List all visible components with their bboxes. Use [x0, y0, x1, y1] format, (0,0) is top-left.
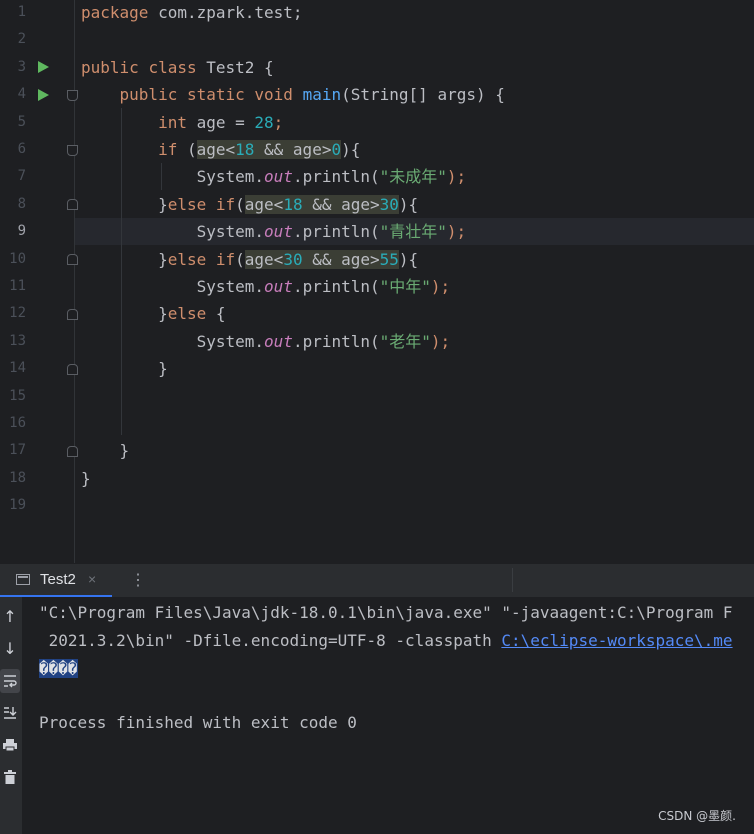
selected-output-text[interactable]: ���� [39, 659, 78, 678]
code-line-9: System.out.println("青壮年"); [196, 222, 467, 242]
line-number: 13 [9, 332, 26, 349]
line-number: 1 [17, 4, 26, 20]
line-number: 8 [17, 195, 26, 212]
line-number: 15 [9, 387, 26, 404]
arrow-down-icon[interactable]: ↓ [0, 637, 20, 661]
code-line-7: System.out.println("未成年"); [196, 167, 467, 187]
line-number: 2 [17, 31, 26, 48]
code-editor[interactable]: 1 2 3 4 5 6 7 8 9 10 11 12 13 14 15 16 1… [0, 0, 754, 563]
run-main-icon[interactable] [38, 89, 49, 101]
code-area[interactable]: package com.zpark.test; public class Tes… [75, 0, 754, 563]
line-number: 5 [17, 113, 26, 130]
classpath-link[interactable]: C:\eclipse-workspace\.me [501, 631, 732, 650]
line-number: 19 [9, 497, 26, 514]
soft-wrap-icon[interactable] [0, 669, 20, 693]
code-line-4: public static void main(String[] args) { [119, 85, 505, 105]
tab-label: Test2 [40, 571, 76, 588]
code-line-13: System.out.println("老年"); [196, 331, 451, 351]
code-line-8: }else if(age<18 && age>30){ [158, 194, 419, 214]
line-number: 16 [9, 415, 26, 431]
close-icon[interactable]: × [88, 571, 96, 587]
line-number: 10 [9, 250, 26, 267]
run-class-icon[interactable] [38, 61, 49, 73]
console-command-line: "C:\Program Files\Java\jdk-18.0.1\bin\ja… [39, 603, 733, 622]
tab-test2[interactable]: Test2 × [0, 564, 112, 598]
code-line-18: } [81, 468, 91, 488]
line-number-current: 9 [17, 223, 26, 240]
code-line-3: public class Test2 { [81, 57, 274, 77]
console-icon [16, 574, 30, 585]
run-tool-window-header: Test2 × ⋮ [0, 563, 754, 598]
print-icon[interactable] [0, 733, 20, 757]
line-number: 17 [9, 442, 26, 459]
line-number: 7 [17, 168, 26, 185]
code-line-17: } [119, 441, 130, 461]
console-output-line: ���� [39, 659, 78, 678]
trash-icon[interactable] [0, 765, 20, 789]
arrow-up-icon[interactable]: ↑ [0, 605, 20, 629]
editor-gutter: 1 2 3 4 5 6 7 8 9 10 11 12 13 14 15 16 1… [0, 0, 78, 563]
scroll-to-end-icon[interactable] [0, 701, 20, 725]
code-line-11: System.out.println("中年"); [196, 277, 451, 296]
code-line-14: } [158, 359, 168, 379]
divider [512, 568, 513, 592]
code-line-5: int age = 28; [158, 112, 284, 132]
code-line-6: if (age<18 && age>0){ [158, 140, 361, 159]
line-number: 18 [9, 469, 26, 486]
code-line-10: }else if(age<30 && age>55){ [158, 249, 419, 269]
line-number: 4 [17, 86, 26, 103]
exit-message: Process finished with exit code 0 [39, 713, 357, 732]
console-toolbar: ↑ ↓ [0, 597, 23, 834]
more-options-icon[interactable]: ⋮ [130, 570, 146, 590]
console-output[interactable]: "C:\Program Files\Java\jdk-18.0.1\bin\ja… [23, 597, 754, 834]
line-number: 6 [17, 141, 26, 157]
code-line-12: }else { [158, 304, 226, 324]
line-number: 14 [9, 360, 26, 377]
watermark: CSDN @墨颜. [658, 809, 736, 823]
line-number: 3 [17, 58, 26, 75]
code-line-1: package com.zpark.test; [81, 3, 303, 22]
line-number: 12 [9, 305, 26, 322]
line-number: 11 [9, 278, 26, 294]
console-command-line: 2021.3.2\bin" -Dfile.encoding=UTF-8 -cla… [39, 631, 733, 650]
